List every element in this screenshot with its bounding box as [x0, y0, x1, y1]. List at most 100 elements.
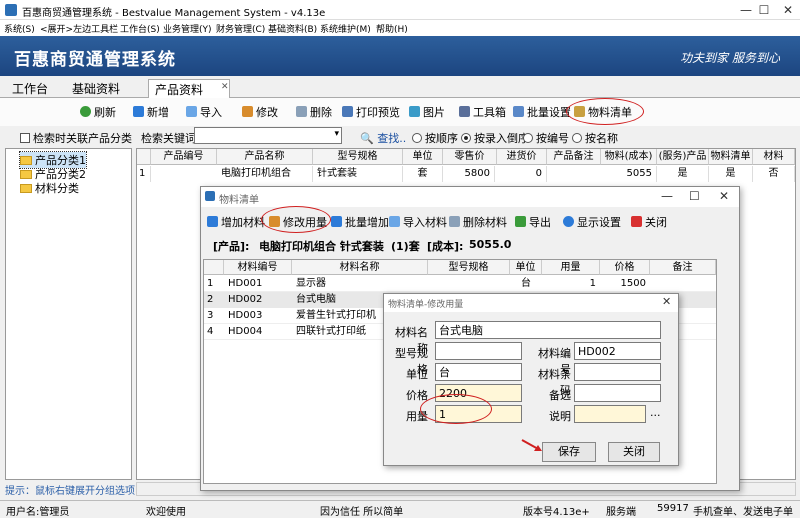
- chevron-down-icon: ▾: [334, 129, 339, 139]
- note-more-button[interactable]: ...: [650, 406, 661, 419]
- material-name-input[interactable]: [435, 321, 661, 339]
- row-number: 3: [207, 310, 214, 321]
- radio-circle: [523, 133, 533, 143]
- display-settings-button[interactable]: 显示设置: [563, 214, 621, 230]
- add-button[interactable]: 新增: [133, 104, 169, 120]
- col-header[interactable]: 材料编号: [224, 260, 292, 275]
- category-tree: 产品分类1 产品分类2 材料分类: [5, 148, 132, 480]
- select-input[interactable]: [574, 384, 661, 402]
- label-price: 价格: [406, 389, 428, 402]
- col-header[interactable]: 产品名称: [217, 149, 313, 165]
- table-row[interactable]: 1 电脑打印机组合 针式套装 套 5800 0 5055 是 是 否: [137, 166, 795, 182]
- col-header[interactable]: 产品备注: [547, 149, 601, 165]
- save-button[interactable]: 保存: [542, 442, 596, 462]
- batch-add-icon: [331, 216, 342, 227]
- export-button[interactable]: 导出: [515, 214, 551, 230]
- image-button[interactable]: 图片: [409, 104, 445, 120]
- delete-button[interactable]: 删除: [296, 104, 332, 120]
- col-header[interactable]: 产品编号: [151, 149, 217, 165]
- import-material-button[interactable]: 导入材料: [389, 214, 447, 230]
- tab-close-icon[interactable]: ✕: [221, 82, 229, 92]
- menu-help[interactable]: 帮助(H): [376, 22, 408, 35]
- bom-window-titlebar: 物料清单 — ☐ ✕: [201, 187, 739, 207]
- col-header[interactable]: 用量: [542, 260, 600, 275]
- add-material-button[interactable]: 增加材料: [207, 214, 265, 230]
- menu-finance[interactable]: 财务管理(C): [216, 22, 265, 35]
- folder-icon: [20, 184, 32, 193]
- sort-entry-radio[interactable]: 按录入倒序: [461, 130, 529, 146]
- cell-material-code: HD004: [228, 326, 263, 337]
- tab-workbench[interactable]: 工作台: [12, 80, 48, 97]
- spec-input[interactable]: [435, 342, 522, 360]
- cell-material-name: 四联针式打印纸: [296, 326, 366, 337]
- sort-name-radio[interactable]: 按名称: [572, 130, 618, 146]
- table-row[interactable]: 1 HD001 显示器 台 1 1500: [204, 276, 716, 292]
- menu-basic-data[interactable]: 基础资料(B): [268, 22, 317, 35]
- bom-minimize-button[interactable]: —: [661, 189, 673, 203]
- cell-material-name: 爱普生针式打印机: [296, 310, 376, 321]
- col-header[interactable]: 单位: [403, 149, 443, 165]
- cost-label: [成本]:: [427, 240, 464, 253]
- tab-basic-data[interactable]: 基础资料: [72, 80, 120, 97]
- col-header[interactable]: 物料(成本): [601, 149, 657, 165]
- note-input[interactable]: [574, 405, 646, 423]
- grid-corner: [137, 149, 151, 165]
- col-header[interactable]: 物料清单: [709, 149, 753, 165]
- refresh-button[interactable]: 刷新: [80, 104, 116, 120]
- col-header[interactable]: 进货价: [497, 149, 547, 165]
- banner-slogan: 功夫到家 服务到心: [680, 51, 780, 65]
- menu-business[interactable]: 业务管理(Y): [163, 22, 212, 35]
- menu-toggle-toolbar[interactable]: <展开>左边工具栏: [40, 22, 118, 35]
- plus-icon: [133, 106, 144, 117]
- col-header[interactable]: 型号规格: [428, 260, 510, 275]
- col-header[interactable]: 单位: [510, 260, 542, 275]
- sort-code-radio[interactable]: 按编号: [523, 130, 569, 146]
- close-button[interactable]: ✕: [770, 0, 800, 20]
- bom-close-action-button[interactable]: 关闭: [631, 214, 667, 230]
- cell-service: 是: [657, 166, 709, 182]
- edit-button[interactable]: 修改: [242, 104, 278, 120]
- app-banner: 百惠商贸通管理系统 功夫到家 服务到心: [0, 36, 800, 76]
- tab-product-data[interactable]: 产品资料 ✕: [148, 79, 230, 98]
- menu-system[interactable]: 系统(S): [4, 22, 35, 35]
- related-category-checkbox[interactable]: 检索时关联产品分类: [20, 130, 132, 146]
- batch-icon: [513, 106, 524, 117]
- trash-icon: [296, 106, 307, 117]
- menu-maintenance[interactable]: 系统维护(M): [320, 22, 371, 35]
- cell-product-name: 电脑打印机组合: [221, 166, 313, 182]
- col-header[interactable]: (服务)产品: [657, 149, 709, 165]
- menu-bar: 系统(S) <展开>左边工具栏 工作台(S) 业务管理(Y) 财务管理(C) 基…: [0, 20, 800, 36]
- tree-node-materials[interactable]: 材料分类: [20, 180, 79, 196]
- col-header[interactable]: 材料: [753, 149, 795, 165]
- dialog-cancel-button[interactable]: 关闭: [608, 442, 660, 462]
- col-header[interactable]: 材料名称: [292, 260, 428, 275]
- col-header[interactable]: 备注: [650, 260, 716, 275]
- import-button[interactable]: 导入: [186, 104, 222, 120]
- keyword-combobox[interactable]: ▾: [194, 127, 342, 144]
- material-code-input[interactable]: [574, 342, 661, 360]
- plus-icon: [207, 216, 218, 227]
- dialog-close-icon[interactable]: ✕: [662, 295, 671, 308]
- row-number: 2: [207, 294, 214, 305]
- col-header[interactable]: 价格: [600, 260, 650, 275]
- col-header[interactable]: 零售价: [443, 149, 497, 165]
- delete-material-button[interactable]: 删除材料: [449, 214, 507, 230]
- folder-icon: [20, 156, 32, 165]
- product-label: [产品]:: [213, 240, 250, 253]
- status-port: 59917: [657, 503, 689, 514]
- bom-maximize-button[interactable]: ☐: [689, 189, 700, 203]
- print-preview-button[interactable]: 打印预览: [342, 104, 400, 120]
- image-icon: [409, 106, 420, 117]
- toolbox-button[interactable]: 工具箱: [459, 104, 506, 120]
- batch-settings-button[interactable]: 批量设置: [513, 104, 571, 120]
- barcode-input[interactable]: [574, 363, 661, 381]
- col-header[interactable]: 型号规格: [313, 149, 403, 165]
- sort-order-radio[interactable]: 按顺序: [412, 130, 458, 146]
- radio-circle: [572, 133, 582, 143]
- menu-workbench[interactable]: 工作台(S): [120, 22, 160, 35]
- find-button[interactable]: 🔍 查找..: [360, 130, 406, 146]
- bom-close-button[interactable]: ✕: [719, 189, 729, 203]
- unit-input[interactable]: [435, 363, 522, 381]
- title-bar: 百惠商贸通管理系统 - Bestvalue Management System …: [0, 0, 800, 20]
- batch-add-button[interactable]: 批量增加: [331, 214, 389, 230]
